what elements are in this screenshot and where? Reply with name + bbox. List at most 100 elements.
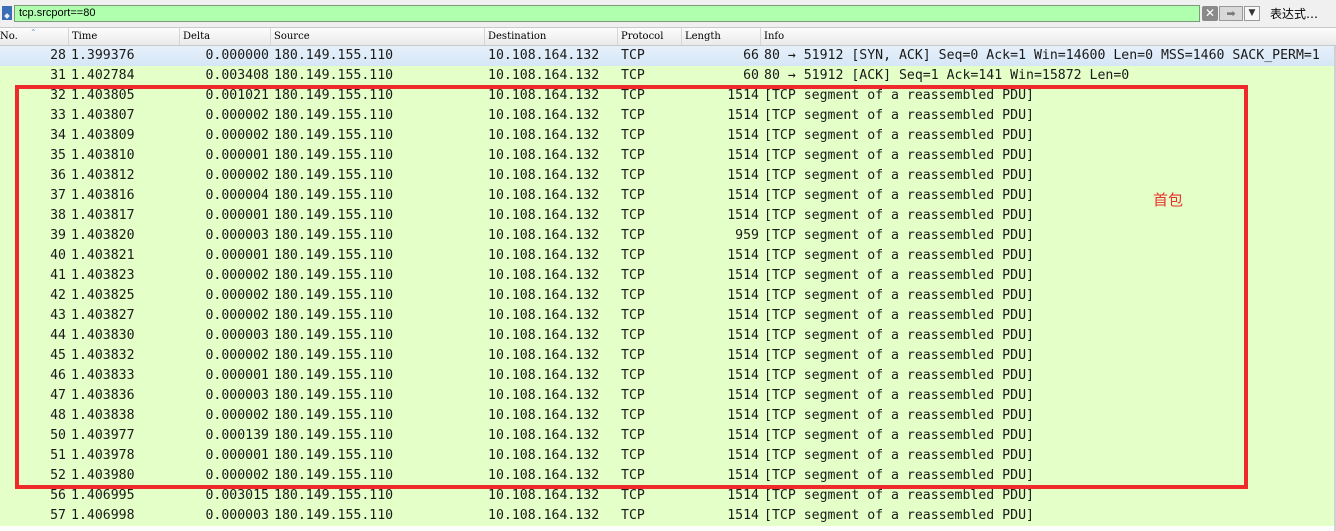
packet-length: 1514 [727,268,759,283]
packet-protocol: TCP [621,408,645,423]
packet-info: [TCP segment of a reassembled PDU] [764,508,1034,523]
clear-icon[interactable]: ✕ [1202,6,1218,21]
packet-info: [TCP segment of a reassembled PDU] [764,428,1034,443]
packet-length: 60 [743,68,759,83]
packet-delta: 0.000003 [205,508,269,523]
packet-source: 180.149.155.110 [274,308,394,323]
packet-row[interactable]: 51 1.403978 0.000001 180.149.155.110 10.108.… [0,446,1336,466]
packet-length: 1514 [727,428,759,443]
packet-no: 37 [50,188,66,203]
packet-info: [TCP segment of a reassembled PDU] [764,88,1034,103]
packet-time: 1.403825 [71,288,135,303]
packet-info: [TCP segment of a reassembled PDU] [764,208,1034,223]
packet-row[interactable]: 56 1.406995 0.003015 180.149.155.110 10.108.… [0,486,1336,506]
packet-no: 52 [50,468,66,483]
packet-length: 1514 [727,128,759,143]
packet-info: [TCP segment of a reassembled PDU] [764,328,1034,343]
display-filter-input[interactable]: tcp.srcport==80 [14,5,1200,22]
display-filter-toolbar: tcp.srcport==80 ✕ ➡ ▼ 表达式… [0,0,1336,28]
column-header-protocol[interactable]: Protocol [618,28,682,45]
packet-delta: 0.000002 [205,408,269,423]
packet-destination: 10.108.164.132 [488,248,600,263]
packet-no: 47 [50,388,66,403]
packet-row[interactable]: 46 1.403833 0.000001 180.149.155.110 10.108.… [0,366,1336,386]
packet-time: 1.403820 [71,228,135,243]
column-header-destination[interactable]: Destination [485,28,618,45]
first-packet-annotation: 首包 [1153,191,1184,209]
packet-destination: 10.108.164.132 [488,508,600,523]
packet-protocol: TCP [621,88,645,103]
packet-no: 50 [50,428,66,443]
packet-delta: 0.000001 [205,448,269,463]
column-header-delta[interactable]: Delta [180,28,271,45]
packet-info: [TCP segment of a reassembled PDU] [764,348,1034,363]
packet-source: 180.149.155.110 [274,328,394,343]
packet-no: 33 [50,108,66,123]
packet-row[interactable]: 37 1.403816 0.000004 180.149.155.110 10.108.… [0,186,1336,206]
packet-no: 31 [50,68,66,83]
column-header-source[interactable]: Source [271,28,485,45]
packet-no: 48 [50,408,66,423]
packet-length: 66 [743,48,759,63]
packet-length: 1514 [727,468,759,483]
packet-length: 1514 [727,348,759,363]
packet-source: 180.149.155.110 [274,68,394,83]
packet-row[interactable]: 31 1.402784 0.003408 180.149.155.110 10.108.… [0,66,1336,86]
packet-protocol: TCP [621,168,645,183]
packet-destination: 10.108.164.132 [488,148,600,163]
chevron-down-icon[interactable]: ▼ [1244,6,1260,21]
column-header-time[interactable]: Time [69,28,180,45]
packet-row[interactable]: 57 1.406998 0.000003 180.149.155.110 10.108.… [0,506,1336,526]
packet-row[interactable]: 43 1.403827 0.000002 180.149.155.110 10.108.… [0,306,1336,326]
packet-row[interactable]: 35 1.403810 0.000001 180.149.155.110 10.108.… [0,146,1336,166]
packet-length: 1514 [727,188,759,203]
packet-row[interactable]: 36 1.403812 0.000002 180.149.155.110 10.108.… [0,166,1336,186]
packet-protocol: TCP [621,348,645,363]
packet-row[interactable]: 32 1.403805 0.001021 180.149.155.110 10.108.… [0,86,1336,106]
arrow-right-icon[interactable]: ➡ [1219,6,1243,21]
packet-info: [TCP segment of a reassembled PDU] [764,308,1034,323]
packet-time: 1.403817 [71,208,135,223]
packet-row[interactable]: 39 1.403820 0.000003 180.149.155.110 10.108.… [0,226,1336,246]
packet-delta: 0.003408 [205,68,269,83]
packet-row[interactable]: 52 1.403980 0.000002 180.149.155.110 10.108.… [0,466,1336,486]
packet-row[interactable]: 28 1.399376 0.000000 180.149.155.110 10.108.… [0,46,1336,66]
packet-row[interactable]: 50 1.403977 0.000139 180.149.155.110 10.108.… [0,426,1336,446]
packet-delta: 0.000002 [205,288,269,303]
packet-source: 180.149.155.110 [274,88,394,103]
packet-protocol: TCP [621,468,645,483]
packet-row[interactable]: 45 1.403832 0.000002 180.149.155.110 10.108.… [0,346,1336,366]
packet-row[interactable]: 44 1.403830 0.000003 180.149.155.110 10.108.… [0,326,1336,346]
packet-info: [TCP segment of a reassembled PDU] [764,188,1034,203]
packet-row[interactable]: 41 1.403823 0.000002 180.149.155.110 10.108.… [0,266,1336,286]
packet-row[interactable]: 38 1.403817 0.000001 180.149.155.110 10.108.… [0,206,1336,226]
packet-row[interactable]: 48 1.403838 0.000002 180.149.155.110 10.108.… [0,406,1336,426]
packet-source: 180.149.155.110 [274,148,394,163]
packet-no: 40 [50,248,66,263]
packet-time: 1.403830 [71,328,135,343]
expression-button[interactable]: 表达式… [1265,5,1336,23]
column-header-length[interactable]: Length [682,28,761,45]
packet-source: 180.149.155.110 [274,428,394,443]
packet-protocol: TCP [621,48,645,63]
packet-source: 180.149.155.110 [274,408,394,423]
packet-row[interactable]: 40 1.403821 0.000001 180.149.155.110 10.108.… [0,246,1336,266]
packet-time: 1.403838 [71,408,135,423]
column-header-info[interactable]: Info [761,28,1336,45]
packet-destination: 10.108.164.132 [488,88,600,103]
packet-destination: 10.108.164.132 [488,68,600,83]
packet-delta: 0.000002 [205,268,269,283]
packet-row[interactable]: 34 1.403809 0.000002 180.149.155.110 10.108.… [0,126,1336,146]
bookmark-icon[interactable] [2,6,12,20]
packet-row[interactable]: 42 1.403825 0.000002 180.149.155.110 10.108.… [0,286,1336,306]
packet-no: 41 [50,268,66,283]
packet-time: 1.403836 [71,388,135,403]
packet-row[interactable]: 33 1.403807 0.000002 180.149.155.110 10.108.… [0,106,1336,126]
packet-info: [TCP segment of a reassembled PDU] [764,148,1034,163]
packet-info: [TCP segment of a reassembled PDU] [764,128,1034,143]
packet-delta: 0.001021 [205,88,269,103]
packet-length: 1514 [727,168,759,183]
packet-destination: 10.108.164.132 [488,108,600,123]
packet-length: 1514 [727,288,759,303]
packet-row[interactable]: 47 1.403836 0.000003 180.149.155.110 10.108.… [0,386,1336,406]
